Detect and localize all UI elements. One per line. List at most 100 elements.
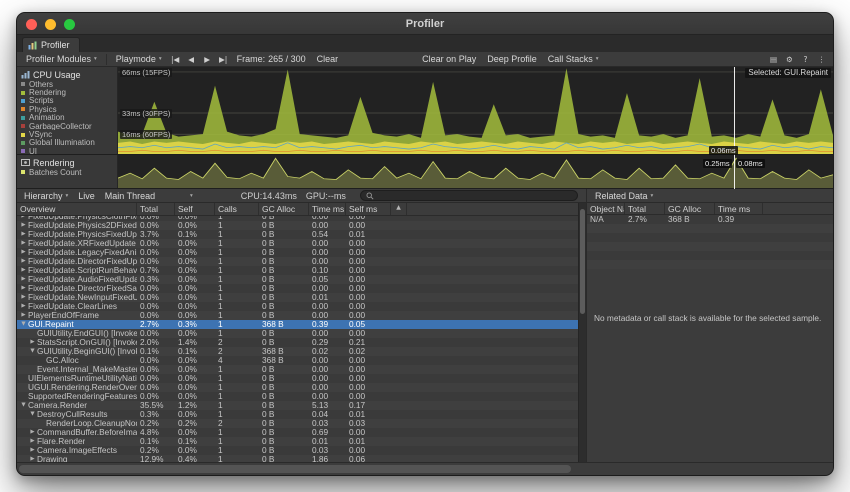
- column-header-time-ms[interactable]: Time ms: [309, 203, 346, 215]
- table-row[interactable]: ▶FixedUpdate.Physics2DFixedUpdate0.0%0.0…: [17, 221, 578, 230]
- column-header-overview[interactable]: Overview: [17, 203, 137, 215]
- foldout-expanded-icon[interactable]: ▼: [28, 347, 37, 356]
- legend-item[interactable]: VSync: [21, 130, 115, 138]
- related-data-row[interactable]: [587, 224, 833, 233]
- table-row[interactable]: ▼GUIUtility.BeginGUI() [Invoke]0.1%0.1%2…: [17, 347, 578, 356]
- table-row[interactable]: ▶FixedUpdate.DirectorFixedUpdate0.0%0.0%…: [17, 257, 578, 266]
- table-row[interactable]: ▼GUI.Repaint2.7%0.3%1368 B0.390.05: [17, 320, 578, 329]
- previous-frame-button[interactable]: ◀: [184, 53, 199, 66]
- column-header-self-ms[interactable]: Self ms: [346, 203, 391, 215]
- current-frame-indicator[interactable]: [734, 67, 735, 189]
- column-header-total[interactable]: Total: [137, 203, 175, 215]
- related-data-row[interactable]: [587, 242, 833, 251]
- column-header-self[interactable]: Self: [175, 203, 215, 215]
- legend-item[interactable]: Animation: [21, 114, 115, 122]
- foldout-expanded-icon[interactable]: ▼: [28, 410, 37, 419]
- search-input[interactable]: [377, 191, 572, 201]
- close-window-button[interactable]: [26, 19, 37, 30]
- related-data-row[interactable]: [587, 233, 833, 242]
- table-row[interactable]: GC.Alloc0.0%0.0%4368 B0.000.00: [17, 356, 578, 365]
- foldout-collapsed-icon[interactable]: ▶: [28, 455, 37, 462]
- minimize-window-button[interactable]: [45, 19, 56, 30]
- first-frame-button[interactable]: |◀: [168, 53, 183, 66]
- related-data-row[interactable]: [587, 260, 833, 269]
- next-frame-button[interactable]: ▶: [200, 53, 215, 66]
- column-header-time-ms[interactable]: Time ms: [715, 203, 763, 214]
- foldout-collapsed-icon[interactable]: ▶: [19, 239, 28, 248]
- foldout-collapsed-icon[interactable]: ▶: [19, 248, 28, 257]
- zoom-window-button[interactable]: [64, 19, 75, 30]
- table-row[interactable]: ▶FixedUpdate.ScriptRunBehaviourFixedUpda…: [17, 266, 578, 275]
- layout-button[interactable]: ▤: [766, 53, 781, 66]
- sort-indicator-icon[interactable]: ▲: [391, 203, 407, 215]
- table-row[interactable]: ▶FixedUpdate.XRFixedUpdate0.0%0.0%10 B0.…: [17, 239, 578, 248]
- foldout-collapsed-icon[interactable]: ▶: [28, 338, 37, 347]
- legend-item[interactable]: Others: [21, 80, 115, 88]
- legend-item[interactable]: UI: [21, 147, 115, 154]
- legend-item[interactable]: Physics: [21, 105, 115, 113]
- table-row[interactable]: GUIUtility.EndGUI() [Invoke]0.0%0.0%10 B…: [17, 329, 578, 338]
- table-row[interactable]: RenderLoop.CleanupNodeQueue0.2%0.2%20 B0…: [17, 419, 578, 428]
- table-row[interactable]: Event.Internal_MakeMasterEventCurrent0.0…: [17, 365, 578, 374]
- column-header-gc-alloc[interactable]: GC Alloc: [259, 203, 309, 215]
- table-row[interactable]: ▼Camera.Render35.5%1.2%10 B5.130.17: [17, 401, 578, 410]
- column-header-object-name[interactable]: Object Name: [587, 203, 625, 214]
- horizontal-scrollbar[interactable]: [17, 462, 833, 475]
- table-row[interactable]: ▶FixedUpdate.NewInputFixedUpdate0.0%0.0%…: [17, 293, 578, 302]
- table-row[interactable]: UGUI.Rendering.RenderOverlays0.0%0.0%10 …: [17, 383, 578, 392]
- foldout-collapsed-icon[interactable]: ▶: [28, 428, 37, 437]
- foldout-collapsed-icon[interactable]: ▶: [19, 302, 28, 311]
- legend-item[interactable]: Batches Count: [21, 168, 115, 176]
- table-row[interactable]: ▶FixedUpdate.AudioFixedUpdate0.3%0.0%10 …: [17, 275, 578, 284]
- foldout-collapsed-icon[interactable]: ▶: [19, 221, 28, 230]
- foldout-collapsed-icon[interactable]: ▶: [19, 284, 28, 293]
- target-mode-dropdown[interactable]: Playmode ▾: [111, 53, 167, 66]
- help-button[interactable]: ?: [798, 53, 813, 66]
- horizontal-scrollbar-thumb[interactable]: [19, 465, 571, 473]
- related-data-dropdown[interactable]: Related Data ▾: [591, 190, 657, 202]
- table-row[interactable]: ▶Flare.Render0.1%0.1%10 B0.010.01: [17, 437, 578, 446]
- table-row[interactable]: ▶StatsScript.OnGUI() [Invoke]2.0%1.4%20 …: [17, 338, 578, 347]
- table-row[interactable]: ▶FixedUpdate.DirectorFixedSampleTime0.0%…: [17, 284, 578, 293]
- titlebar[interactable]: Profiler: [17, 13, 833, 35]
- foldout-collapsed-icon[interactable]: ▶: [19, 293, 28, 302]
- table-row[interactable]: ▶FixedUpdate.PhysicsFixedUpdate3.7%0.1%1…: [17, 230, 578, 239]
- table-row[interactable]: ▶Camera.ImageEffects0.2%0.0%10 B0.030.00: [17, 446, 578, 455]
- column-header-total[interactable]: Total: [625, 203, 665, 214]
- legend-item[interactable]: Scripts: [21, 97, 115, 105]
- clear-button[interactable]: Clear: [312, 53, 344, 66]
- cpu-usage-module-header[interactable]: CPU Usage: [21, 69, 115, 80]
- vertical-scrollbar-thumb[interactable]: [580, 209, 585, 314]
- context-menu-button[interactable]: ⋮: [814, 53, 829, 66]
- legend-item[interactable]: Global Illumination: [21, 139, 115, 147]
- foldout-collapsed-icon[interactable]: ▶: [19, 311, 28, 320]
- thread-dropdown[interactable]: Main Thread ▾: [101, 190, 197, 202]
- table-row[interactable]: SupportedRenderingFeatures.Get0.0%0.0%10…: [17, 392, 578, 401]
- table-row[interactable]: ▶FixedUpdate.ClearLines0.0%0.0%10 B0.000…: [17, 302, 578, 311]
- related-data-row[interactable]: [587, 251, 833, 260]
- foldout-collapsed-icon[interactable]: ▶: [19, 275, 28, 284]
- rendering-module-header[interactable]: Rendering: [21, 157, 115, 168]
- search-field[interactable]: [360, 190, 578, 201]
- column-header-gc-alloc[interactable]: GC Alloc: [665, 203, 715, 214]
- table-row[interactable]: ▶FixedUpdate.LegacyFixedAnimationUpdate0…: [17, 248, 578, 257]
- foldout-expanded-icon[interactable]: ▼: [19, 320, 28, 329]
- legend-item[interactable]: Rendering: [21, 88, 115, 96]
- foldout-collapsed-icon[interactable]: ▶: [19, 266, 28, 275]
- view-mode-dropdown[interactable]: Hierarchy ▾: [20, 190, 72, 202]
- current-frame-button[interactable]: ▶|: [216, 53, 231, 66]
- vertical-scrollbar[interactable]: [578, 203, 586, 462]
- profiler-modules-dropdown[interactable]: Profiler Modules ▾: [21, 53, 102, 66]
- related-data-row[interactable]: N/A2.7%368 B0.39: [587, 215, 833, 224]
- foldout-expanded-icon[interactable]: ▼: [19, 401, 28, 410]
- foldout-collapsed-icon[interactable]: ▶: [19, 230, 28, 239]
- settings-button[interactable]: ⚙: [782, 53, 797, 66]
- deep-profile-toggle[interactable]: Deep Profile: [482, 53, 542, 66]
- foldout-collapsed-icon[interactable]: ▶: [28, 446, 37, 455]
- table-row[interactable]: ▼DestroyCullResults0.3%0.0%10 B0.040.01: [17, 410, 578, 419]
- table-row[interactable]: ▶CommandBuffer.BeforeImageEffects4.8%0.0…: [17, 428, 578, 437]
- legend-item[interactable]: GarbageCollector: [21, 122, 115, 130]
- call-stacks-dropdown[interactable]: Call Stacks ▾: [543, 53, 604, 66]
- table-row[interactable]: ▶PlayerEndOfFrame0.0%0.0%10 B0.000.00: [17, 311, 578, 320]
- column-header-calls[interactable]: Calls: [215, 203, 259, 215]
